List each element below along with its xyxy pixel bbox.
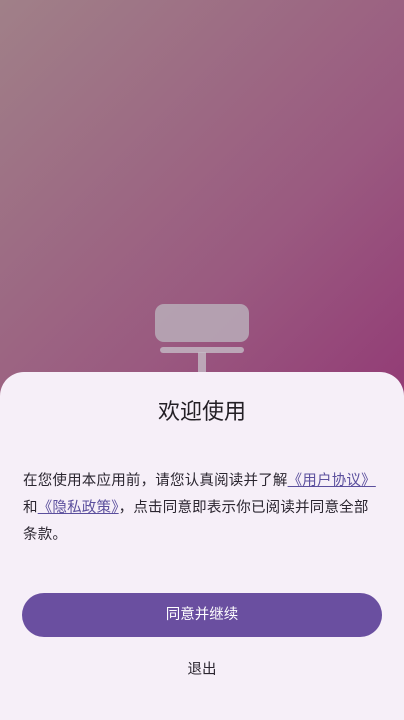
dialog-title: 欢迎使用: [157, 400, 246, 425]
user-agreement-link[interactable]: 《用户协议》: [288, 473, 376, 489]
exit-button[interactable]: 退出: [152, 654, 252, 686]
consent-text-intro: 在您使用本应用前，请您认真阅读并了解: [23, 473, 288, 489]
privacy-policy-link[interactable]: 《隐私政策》: [38, 500, 119, 516]
consent-text-and: 和: [23, 500, 38, 516]
consent-message: 在您使用本应用前，请您认真阅读并了解《用户协议》和《隐私政策》，点击同意即表示你…: [23, 468, 379, 549]
agree-and-continue-button[interactable]: 同意并继续: [22, 593, 382, 637]
